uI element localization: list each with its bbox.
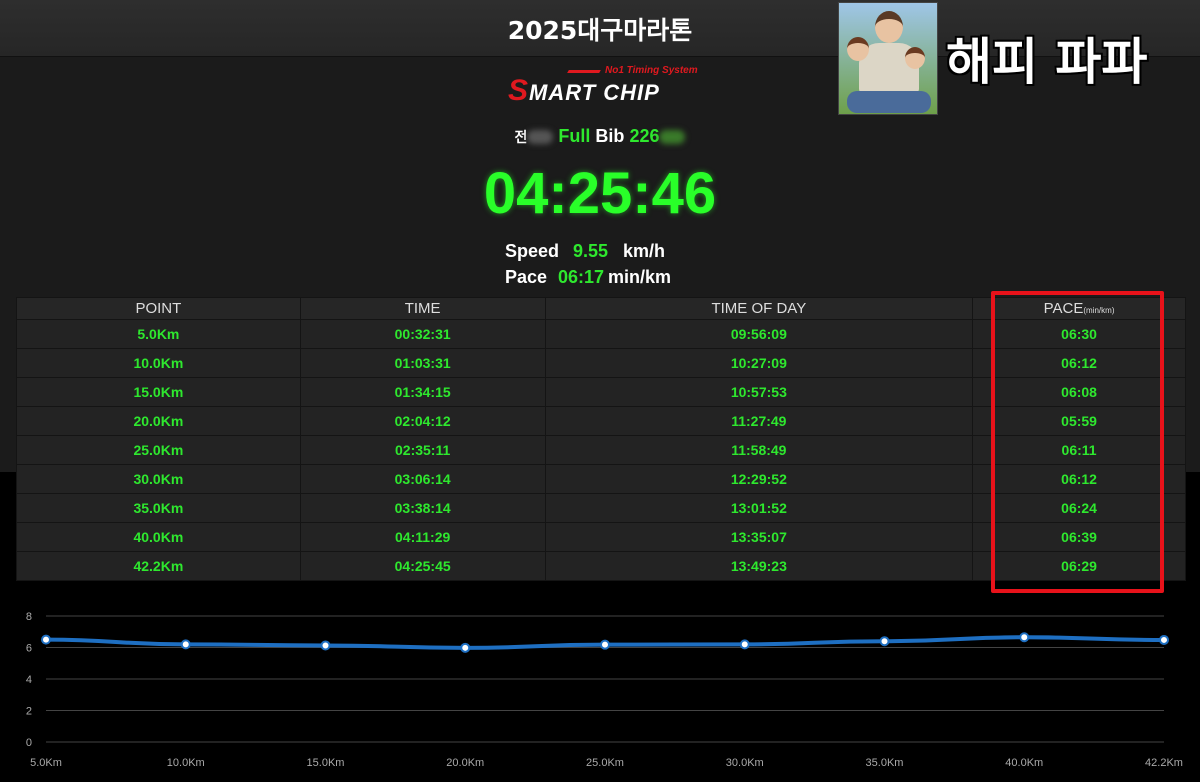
cell-time-of-day: 13:49:23	[544, 551, 974, 581]
pace-data-point[interactable]	[1159, 634, 1169, 645]
logo-swoosh	[567, 70, 601, 73]
pace-label: Pace	[505, 267, 548, 287]
cell-point: 40.0Km	[16, 522, 301, 552]
y-tick-label: 6	[26, 643, 32, 655]
cell-time-of-day: 11:58:49	[544, 435, 974, 465]
cell-time-of-day: 13:01:52	[544, 493, 974, 523]
cell-time: 03:06:14	[299, 464, 546, 494]
cell-time: 00:32:31	[299, 319, 546, 349]
x-tick-label: 25.0Km	[586, 757, 624, 769]
cell-point: 42.2Km	[16, 551, 301, 581]
speed-unit: km/h	[623, 241, 666, 261]
pace-data-point[interactable]	[460, 642, 471, 653]
cell-time-of-day: 09:56:09	[544, 319, 974, 349]
logo-brand-rest: MART CHIP	[529, 80, 660, 105]
avatar-child-right	[905, 47, 925, 69]
avatar-head	[875, 11, 903, 43]
pace-data-point[interactable]	[739, 639, 750, 650]
cell-time-of-day: 12:29:52	[544, 464, 974, 494]
x-tick-label: 15.0Km	[307, 757, 345, 769]
cell-point: 30.0Km	[16, 464, 301, 494]
pace-row: Pace 06:17 min/km	[505, 265, 671, 291]
pace-data-point[interactable]	[600, 639, 610, 650]
y-tick-label: 8	[26, 611, 32, 623]
col-header-point: POINT	[16, 297, 301, 320]
cell-time-of-day: 13:35:07	[544, 522, 974, 552]
cell-time: 01:03:31	[299, 348, 546, 378]
col-header-time-of-day: TIME OF DAY	[544, 297, 974, 320]
logo-brand: SMART CHIP	[508, 74, 660, 108]
y-tick-label: 4	[26, 674, 32, 686]
bib-blur	[659, 130, 686, 145]
avatar-legs	[847, 91, 931, 113]
cell-time: 04:11:29	[299, 522, 546, 552]
pace-value: 06:17	[558, 267, 605, 287]
cell-time: 03:38:14	[299, 493, 546, 523]
y-tick-label: 2	[26, 706, 32, 718]
cell-point: 25.0Km	[16, 435, 301, 465]
name-blur	[527, 130, 554, 145]
x-tick-label: 5.0Km	[30, 757, 62, 769]
bib-number: 226	[629, 126, 660, 146]
pace-unit: min/km	[608, 267, 672, 287]
cell-time-of-day: 11:27:49	[544, 406, 974, 436]
x-tick-label: 40.0Km	[1005, 757, 1043, 769]
cell-point: 5.0Km	[16, 319, 301, 349]
cell-point: 20.0Km	[16, 406, 301, 436]
speed-pace-stats: Speed 9.55 km/h Pace 06:17 min/km	[505, 239, 671, 291]
col-header-time: TIME	[299, 297, 546, 320]
smart-chip-logo: No1 Timing System SMART CHIP	[508, 64, 708, 107]
finish-time: 04:25:46	[483, 161, 717, 226]
runner-category: Full	[558, 126, 591, 146]
family-avatar-image	[838, 2, 938, 115]
cell-point: 35.0Km	[16, 493, 301, 523]
pace-data-point[interactable]	[320, 640, 331, 651]
cell-time-of-day: 10:57:53	[544, 377, 974, 407]
pace-column-highlight	[991, 291, 1164, 593]
speed-value: 9.55	[573, 241, 609, 261]
cell-time: 02:04:12	[299, 406, 546, 436]
x-tick-label: 35.0Km	[866, 757, 904, 769]
x-tick-label: 42.2Km	[1145, 757, 1183, 769]
speed-row: Speed 9.55 km/h	[505, 239, 671, 265]
x-tick-label: 20.0Km	[446, 757, 484, 769]
bib-label: Bib	[595, 126, 625, 146]
pace-data-point[interactable]	[41, 634, 51, 645]
cell-point: 10.0Km	[16, 348, 301, 378]
x-tick-label: 30.0Km	[726, 757, 764, 769]
pace-data-point[interactable]	[879, 636, 890, 647]
avatar-child-left	[847, 37, 869, 61]
pace-data-point[interactable]	[180, 639, 191, 650]
pace-line-chart: 0 2 4 6 8 5.0Km 10.0Km 15.0Km 20.0Km 25.0Km 30.0Km…	[26, 611, 1183, 769]
watermark-text: 해피 파파	[946, 33, 1148, 91]
cell-point: 15.0Km	[16, 377, 301, 407]
runner-info: 전 Full Bib 226	[0, 126, 1200, 147]
speed-label: Speed	[505, 241, 560, 261]
cell-time: 04:25:45	[299, 551, 546, 581]
cell-time-of-day: 10:27:09	[544, 348, 974, 378]
x-tick-label: 10.0Km	[167, 757, 205, 769]
logo-brand-s: S	[508, 74, 530, 107]
pace-data-point[interactable]	[1019, 632, 1030, 643]
y-tick-label: 0	[26, 737, 32, 749]
runner-name: 전	[514, 130, 528, 146]
cell-time: 02:35:11	[299, 435, 546, 465]
cell-time: 01:34:15	[299, 377, 546, 407]
